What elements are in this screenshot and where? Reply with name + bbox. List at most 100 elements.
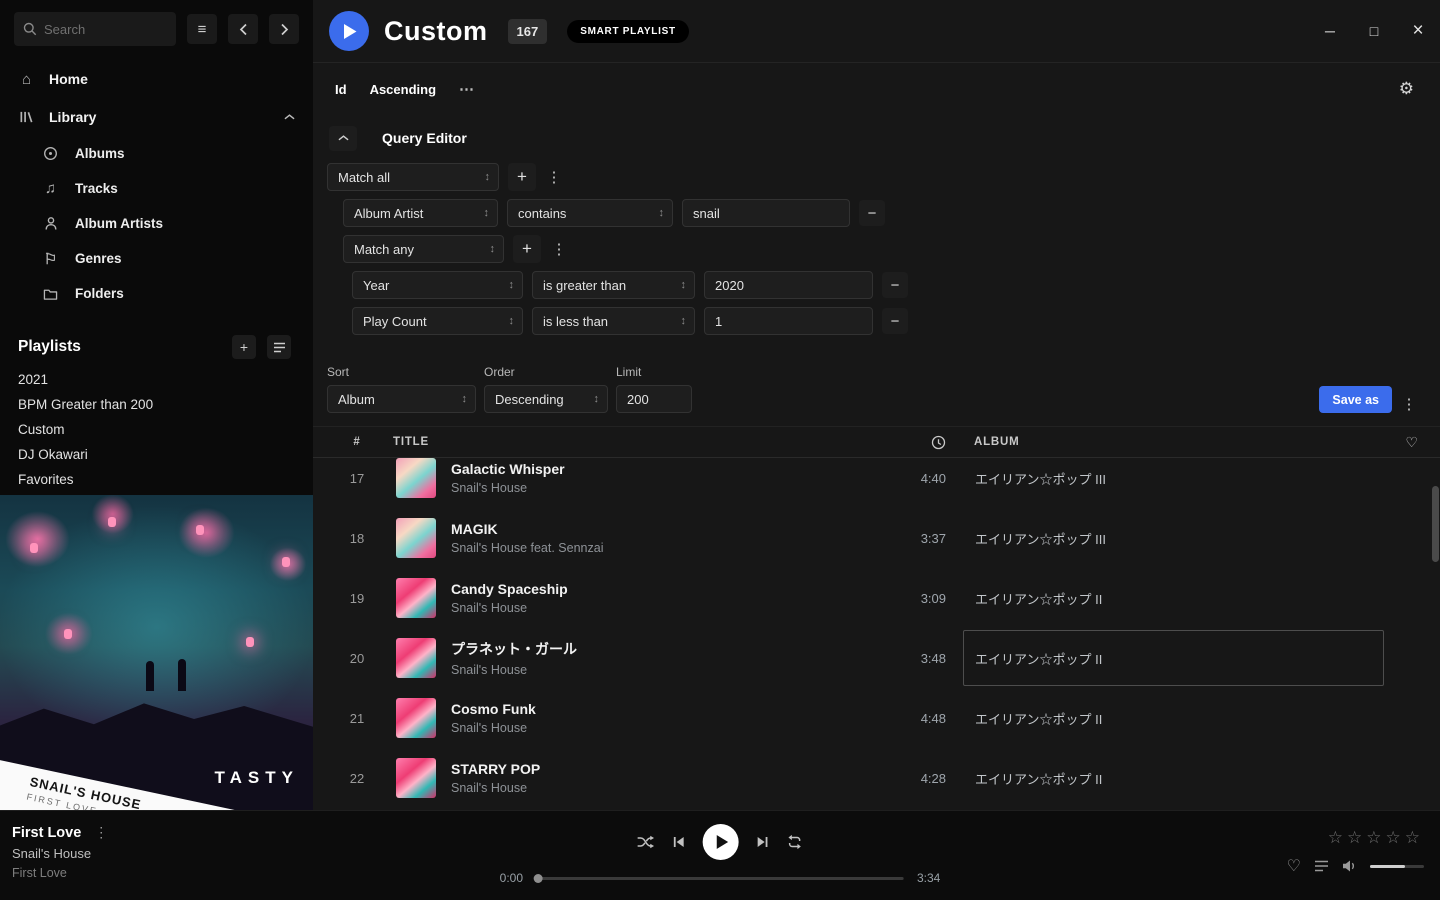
save-menu-icon[interactable]: ⋮ [1400, 395, 1418, 413]
rule-operator-select[interactable]: is less than ↕ [532, 307, 695, 335]
playlist-item[interactable]: Favorites [0, 467, 313, 492]
menu-button[interactable]: ≡ [187, 14, 217, 44]
sidebar-item-albums[interactable]: Albums [0, 136, 313, 171]
chevron-up-icon[interactable] [284, 114, 295, 120]
play-pause-button[interactable] [703, 824, 739, 860]
rating-stars[interactable]: ☆☆☆☆☆ [1328, 828, 1424, 848]
window-controls: ─ □ × [1308, 0, 1440, 62]
rule-operator-select[interactable]: is greater than ↕ [532, 271, 695, 299]
column-album[interactable]: ALBUM [974, 436, 1384, 448]
track-number: 18 [329, 531, 385, 546]
save-as-button[interactable]: Save as [1319, 386, 1392, 413]
match-any-select[interactable]: Match any ↕ [343, 235, 504, 263]
track-row[interactable]: 19 Candy Spaceship Snail's House 3:09 エイ… [313, 568, 1440, 628]
track-artist: Snail's House feat. Sennzai [451, 541, 603, 555]
playlist-item[interactable]: DJ Okawari [0, 442, 313, 467]
smart-playlist-badge: SMART PLAYLIST [567, 20, 689, 43]
rule-value-input[interactable] [704, 307, 873, 335]
track-title: MAGIK [451, 521, 603, 537]
maximize-button[interactable]: □ [1352, 0, 1396, 62]
column-favorite-icon[interactable]: ♡ [1384, 434, 1440, 451]
query-sort-row: Sort Album ↕ Order Descending ↕ Limit [327, 365, 1440, 413]
add-rule-button[interactable]: + [508, 163, 536, 191]
track-menu-icon[interactable]: ⋮ [94, 824, 108, 841]
shuffle-button[interactable] [637, 835, 655, 849]
more-options-button[interactable]: ⋯ [459, 80, 474, 98]
sidebar-item-folders[interactable]: Folders [0, 276, 313, 311]
column-duration[interactable] [868, 435, 952, 450]
remove-rule-button[interactable]: − [882, 308, 908, 334]
add-rule-button[interactable]: + [513, 235, 541, 263]
playlist-list-button[interactable] [267, 335, 291, 359]
sort-direction-button[interactable]: Ascending [370, 82, 436, 97]
lantern-glow [282, 557, 290, 567]
track-row[interactable]: 22 STARRY POP Snail's House 4:28 エイリアン☆ポ… [313, 748, 1440, 808]
add-playlist-button[interactable]: + [232, 335, 256, 359]
flag-icon: ⚐ [42, 250, 59, 268]
rule-operator-value: is greater than [543, 278, 626, 293]
elapsed-time: 0:00 [500, 871, 523, 885]
seek-slider[interactable] [536, 877, 904, 880]
transport-controls: 0:00 3:34 [500, 824, 941, 885]
play-icon [344, 24, 357, 39]
album-art-thumbnail [396, 458, 436, 498]
repeat-button[interactable] [787, 834, 803, 850]
rule-value-input[interactable] [704, 271, 873, 299]
queue-icon[interactable] [1314, 860, 1329, 872]
rule-field-select[interactable]: Play Count ↕ [352, 307, 523, 335]
main-panel: Custom 167 SMART PLAYLIST ─ □ × Id Ascen… [313, 0, 1440, 810]
sidebar-item-genres[interactable]: ⚐ Genres [0, 241, 313, 276]
sidebar-item-library[interactable]: Library [0, 98, 313, 136]
search-input[interactable] [44, 22, 167, 37]
limit-input[interactable] [616, 385, 692, 413]
home-label: Home [49, 71, 88, 87]
favorite-icon[interactable]: ♡ [1287, 856, 1301, 876]
match-all-value: Match all [338, 170, 390, 185]
remove-rule-button[interactable]: − [859, 200, 885, 226]
track-number: 22 [329, 771, 385, 786]
search-box[interactable] [14, 12, 176, 46]
group-menu-icon[interactable]: ⋮ [550, 240, 568, 258]
rule-field-value: Play Count [363, 314, 427, 329]
track-artist: Snail's House [451, 721, 536, 735]
track-row[interactable]: 17 Galactic Whisper Snail's House 4:40 エ… [313, 458, 1440, 508]
match-all-select[interactable]: Match all ↕ [327, 163, 499, 191]
playlist-item[interactable]: 2021 [0, 367, 313, 392]
track-row[interactable]: 20 プラネット・ガール Snail's House 3:48 エイリアン☆ポッ… [313, 628, 1440, 688]
sort-field-button[interactable]: Id [335, 82, 347, 97]
sidebar-item-album-artists[interactable]: Album Artists [0, 206, 313, 241]
playlist-item[interactable]: Custom [0, 417, 313, 442]
group-menu-icon[interactable]: ⋮ [545, 168, 563, 186]
rule-field-select[interactable]: Year ↕ [352, 271, 523, 299]
rule-value-input[interactable] [682, 199, 850, 227]
seek-handle[interactable] [534, 874, 543, 883]
volume-icon[interactable] [1342, 859, 1357, 873]
track-row[interactable]: 18 MAGIK Snail's House feat. Sennzai 3:3… [313, 508, 1440, 568]
order-select[interactable]: Descending ↕ [484, 385, 608, 413]
forward-button[interactable] [269, 14, 299, 44]
playlist-item[interactable]: BPM Greater than 200 [0, 392, 313, 417]
track-row[interactable]: 21 Cosmo Funk Snail's House 4:48 エイリアン☆ポ… [313, 688, 1440, 748]
column-number[interactable]: # [329, 436, 385, 448]
minimize-button[interactable]: ─ [1308, 0, 1352, 62]
collapse-query-editor-button[interactable] [329, 126, 357, 151]
rule-operator-select[interactable]: contains ↕ [507, 199, 673, 227]
scrollbar-thumb[interactable] [1432, 486, 1439, 562]
sidebar-item-tracks[interactable]: ♫ Tracks [0, 171, 313, 206]
play-playlist-button[interactable] [329, 11, 369, 51]
remove-rule-button[interactable]: − [882, 272, 908, 298]
previous-button[interactable] [672, 835, 686, 849]
column-title[interactable]: TITLE [385, 436, 868, 448]
back-button[interactable] [228, 14, 258, 44]
settings-gear-icon[interactable]: ⚙ [1399, 79, 1414, 99]
page-title: Custom [384, 16, 488, 47]
volume-slider[interactable] [1370, 865, 1424, 868]
track-list-viewport: 17 Galactic Whisper Snail's House 4:40 エ… [313, 458, 1440, 810]
close-button[interactable]: × [1396, 0, 1440, 62]
now-playing-title: First Love [12, 825, 81, 841]
next-button[interactable] [756, 835, 770, 849]
sidebar-item-home[interactable]: ⌂ Home [0, 60, 313, 98]
rule-field-select[interactable]: Album Artist ↕ [343, 199, 498, 227]
sort-select[interactable]: Album ↕ [327, 385, 476, 413]
sidebar: ≡ ⌂ Home Library Albums ♫ Tracks Album A… [0, 0, 313, 810]
